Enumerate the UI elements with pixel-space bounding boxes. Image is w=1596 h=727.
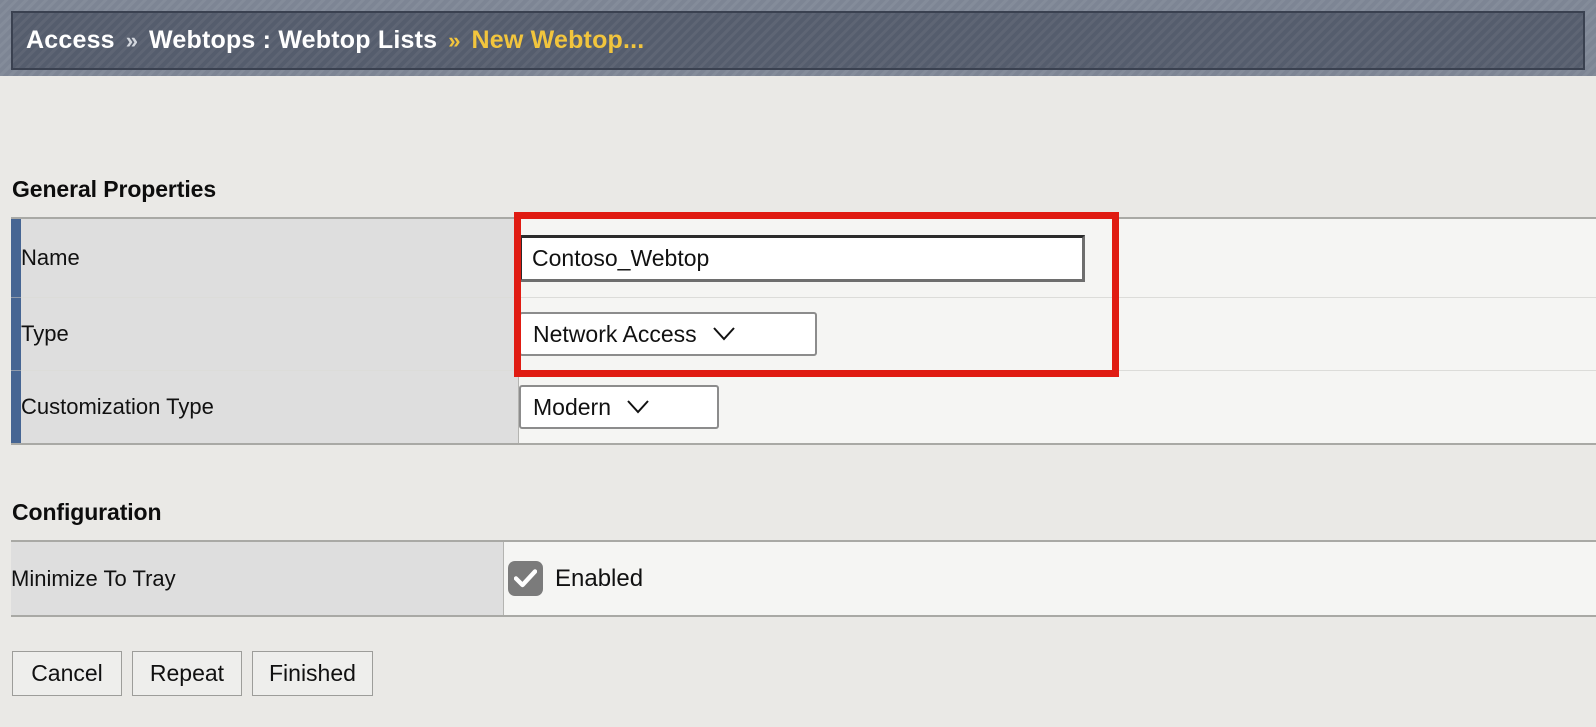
general-properties-heading: General Properties	[12, 176, 217, 202]
configuration-heading: Configuration	[12, 499, 162, 525]
type-select-value: Network Access	[533, 320, 697, 347]
row-accent-bar	[11, 297, 21, 371]
row-accent-bar	[11, 218, 21, 298]
breadcrumb-separator-icon: »	[125, 27, 139, 53]
general-properties-table: Name Type Network Access Customization T…	[11, 217, 1596, 445]
breadcrumb: Access » Webtops : Webtop Lists » New We…	[11, 11, 1585, 70]
chevron-down-icon	[627, 400, 649, 414]
label-minimize-to-tray: Minimize To Tray	[11, 541, 504, 616]
value-type: Network Access	[518, 297, 1596, 371]
breadcrumb-item-access[interactable]: Access	[26, 26, 115, 55]
configuration-table: Minimize To Tray Enabled	[11, 540, 1596, 617]
customization-type-select[interactable]: Modern	[519, 385, 719, 429]
value-minimize-to-tray: Enabled	[503, 541, 1596, 616]
table-row-type: Type Network Access	[11, 297, 1596, 371]
table-row-minimize-to-tray: Minimize To Tray Enabled	[11, 541, 1596, 616]
table-row-customization-type: Customization Type Modern	[11, 370, 1596, 444]
finished-button[interactable]: Finished	[252, 651, 373, 696]
table-row-name: Name	[11, 218, 1596, 298]
minimize-to-tray-checkbox-group[interactable]: Enabled	[504, 561, 1596, 596]
form-action-buttons: Cancel Repeat Finished	[12, 651, 373, 696]
breadcrumb-current-page: New Webtop...	[471, 26, 645, 54]
label-name: Name	[21, 218, 519, 298]
minimize-to-tray-checkbox-label: Enabled	[555, 564, 644, 592]
customization-type-select-value: Modern	[533, 393, 611, 420]
name-input[interactable]	[519, 234, 1085, 282]
checkmark-icon	[514, 569, 537, 588]
type-select[interactable]: Network Access	[519, 312, 817, 356]
repeat-button[interactable]: Repeat	[132, 651, 242, 696]
breadcrumb-item-webtop-lists[interactable]: Webtops : Webtop Lists	[149, 26, 437, 55]
breadcrumb-band: Access » Webtops : Webtop Lists » New We…	[0, 0, 1596, 76]
chevron-down-icon	[712, 327, 735, 341]
label-customization-type: Customization Type	[21, 370, 519, 444]
cancel-button[interactable]: Cancel	[12, 651, 122, 696]
row-accent-bar	[11, 370, 21, 444]
breadcrumb-separator-icon-2: »	[448, 27, 461, 53]
label-type: Type	[21, 297, 519, 371]
value-customization-type: Modern	[518, 370, 1596, 444]
minimize-to-tray-checkbox[interactable]	[508, 561, 543, 596]
value-name	[518, 218, 1596, 298]
